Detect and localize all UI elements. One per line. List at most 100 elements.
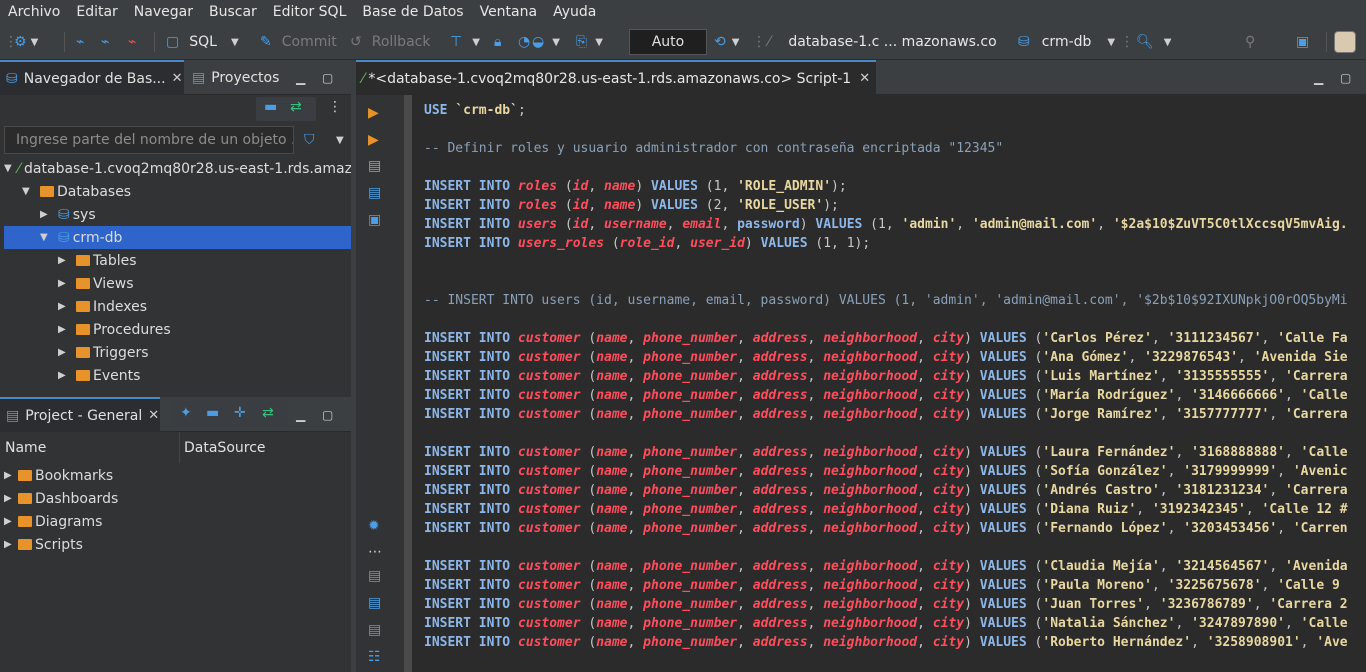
minimize-icon[interactable]: ▁ — [1314, 60, 1323, 95]
tree-folder-triggers[interactable]: ▶ Triggers — [58, 341, 149, 364]
database-icon: ⛁ — [58, 206, 70, 223]
transaction-icon: ⊤ — [450, 34, 463, 50]
menu-base-de-datos[interactable]: Base de Datos — [354, 0, 471, 24]
perspective-button[interactable] — [1334, 24, 1356, 60]
connect-button[interactable]: ⌁ — [76, 24, 84, 60]
tree-folder-views[interactable]: ▶ Views — [58, 272, 134, 295]
tab-project-general[interactable]: ▤ Project - General ✕ — [0, 397, 160, 432]
code-line-insert-customer: INSERT INTO customer (name, phone_number… — [424, 521, 1348, 536]
code-line-comment: -- INSERT INTO users (id, username, emai… — [424, 293, 1348, 308]
code-line-insert-role: INSERT INTO roles (id, name) VALUES (1, … — [424, 179, 847, 194]
column-header-name[interactable]: Name — [0, 432, 180, 463]
minimize-icon[interactable]: ▁ — [296, 60, 305, 95]
tree-connection[interactable]: ▼ ⁄ database-1.cvoq2mq80r28.us-east-1.rd… — [4, 157, 361, 180]
filter-icon[interactable]: ⛉ — [304, 132, 315, 148]
lock-button[interactable]: 🔒︎ — [494, 24, 501, 60]
export-icon: ⎘ — [576, 34, 588, 50]
view-menu-icon[interactable]: ⋮ — [328, 99, 342, 115]
tree-folder-tables[interactable]: ▶ Tables — [58, 249, 137, 272]
tree-folder-indexes[interactable]: ▶ Indexes — [58, 295, 147, 318]
tab-projects[interactable]: ▤ Proyectos — [186, 60, 285, 95]
close-icon[interactable]: ✕ — [148, 408, 159, 423]
tree-folder-procedures[interactable]: ▶ Procedures — [58, 318, 171, 341]
collapsed-icon: ▶ — [58, 301, 66, 312]
tree-label: Tables — [93, 252, 137, 269]
menu-buscar[interactable]: Buscar — [201, 0, 265, 24]
plug-icon: ⚙ — [14, 34, 27, 50]
chevron-down-icon: ▼ — [731, 36, 740, 48]
connection-selector[interactable]: ⁄ database-1.c ... mazonaws.co — [768, 24, 997, 60]
disconnect-button[interactable]: ⌁ — [101, 24, 109, 60]
chevron-down-icon[interactable]: ▼ — [336, 135, 344, 146]
close-icon[interactable]: ✕ — [172, 71, 183, 86]
project-item-bookmarks[interactable]: ▶ Bookmarks — [4, 464, 113, 487]
monitor-button[interactable]: ◔ — [518, 24, 530, 60]
tree-schema-sys[interactable]: ▶ ⛁ sys — [40, 203, 96, 226]
tree-folder-events[interactable]: ▶ Events — [58, 364, 140, 387]
load-script-icon[interactable]: ▤ — [368, 595, 381, 611]
outline-icon[interactable]: ☷ — [368, 649, 381, 665]
code-line-insert-customer: INSERT INTO customer (name, phone_number… — [424, 369, 1348, 384]
link-editor-icon[interactable]: ⇄ — [290, 99, 302, 115]
auto-commit-mode[interactable]: Auto — [629, 29, 707, 55]
more-icon[interactable]: ⋯ — [368, 544, 382, 560]
table-folder-icon — [76, 255, 90, 266]
maximize-icon[interactable]: ▢ — [1340, 60, 1351, 95]
collapsed-icon: ▶ — [58, 347, 66, 358]
export-button[interactable]: ⎘ ▼ — [576, 24, 603, 60]
code-line-comment: -- Definir roles y usuario administrador… — [424, 141, 1004, 156]
settings-icon[interactable]: ✹ — [368, 518, 380, 534]
rollback-button[interactable]: ↺ Rollback — [350, 24, 430, 60]
tab-label: Project - General — [25, 407, 143, 424]
disconnect-all-button[interactable]: ⌁ — [128, 24, 136, 60]
dashboard-button[interactable]: ◒ ▼ — [532, 24, 560, 60]
tree-schema-crm-db[interactable]: ▼ ⛁ crm-db — [4, 226, 351, 249]
maximize-icon[interactable]: ▢ — [322, 397, 333, 432]
commit-button[interactable]: ✎ Commit — [260, 24, 337, 60]
minimize-icon[interactable]: ▁ — [296, 397, 305, 432]
new-connection-button[interactable]: ⚙ ▼ — [14, 24, 38, 60]
new-window-button[interactable]: ▣ — [1296, 24, 1309, 60]
navigator-filter-input[interactable]: Ingrese parte del nombre de un objeto ..… — [4, 126, 294, 154]
project-item-dashboards[interactable]: ▶ Dashboards — [4, 487, 118, 510]
code-line-insert-customer: INSERT INTO customer (name, phone_number… — [424, 578, 1340, 593]
explain-plan-icon[interactable]: ▤ — [368, 185, 381, 201]
tab-script-1[interactable]: ⁄ *<database-1.cvoq2mq80r28.us-east-1.rd… — [356, 60, 877, 95]
execute-in-new-tab-icon[interactable]: ▶ — [368, 132, 379, 148]
transaction-mode-button[interactable]: ⊤ ▼ — [450, 24, 480, 60]
menu-editar[interactable]: Editar — [68, 0, 125, 24]
history-button[interactable]: ⟲ ▼ — [714, 24, 739, 60]
configure-icon[interactable]: ✦ — [180, 405, 192, 421]
menu-navegar[interactable]: Navegar — [126, 0, 201, 24]
link-editor-icon[interactable]: ⇄ — [262, 405, 274, 421]
save-script-icon[interactable]: ▤ — [368, 622, 381, 638]
new-script-icon[interactable]: ▤ — [368, 568, 381, 584]
tab-label: Proyectos — [211, 69, 280, 86]
collapse-all-icon[interactable]: ▬ — [206, 405, 219, 421]
editor-tabbar: ⁄ *<database-1.cvoq2mq80r28.us-east-1.rd… — [356, 60, 1366, 95]
menu-archivo[interactable]: Archivo — [0, 0, 68, 24]
column-header-datasource[interactable]: DataSource — [180, 432, 351, 463]
terminal-icon[interactable]: ▣ — [368, 212, 381, 228]
maximize-icon[interactable]: ▢ — [322, 60, 333, 95]
tab-database-navigator[interactable]: ⛁ Navegador de Bas... ✕ — [0, 60, 184, 95]
sql-code-editor[interactable]: USE `crm-db`; -- Definir roles y usuario … — [412, 95, 1366, 672]
collapse-all-icon[interactable]: ▬ — [264, 99, 277, 115]
menu-editor-sql[interactable]: Editor SQL — [265, 0, 355, 24]
project-item-scripts[interactable]: ▶ Scripts — [4, 533, 83, 556]
expand-all-icon[interactable]: ✛ — [234, 405, 246, 421]
menu-ventana[interactable]: Ventana — [472, 0, 546, 24]
close-icon[interactable]: ✕ — [859, 71, 870, 86]
schema-selector[interactable]: ⛁ crm-db ▼ — [1018, 24, 1115, 60]
connection-label: database-1.c ... mazonaws.co — [788, 34, 997, 50]
menu-ayuda[interactable]: Ayuda — [545, 0, 604, 24]
execute-script-icon[interactable]: ▤ — [368, 158, 381, 174]
find-button[interactable]: 🔍︎ ▼ — [1136, 24, 1171, 60]
search-button[interactable]: ⚲ — [1245, 24, 1255, 60]
sql-editor-button[interactable]: ▢ SQL ▼ — [166, 24, 239, 60]
project-item-diagrams[interactable]: ▶ Diagrams — [4, 510, 102, 533]
execute-statement-icon[interactable]: ▶ — [368, 105, 379, 121]
tree-label: Events — [93, 367, 141, 384]
tree-databases[interactable]: ▼ Databases — [22, 180, 131, 203]
database-icon: ⛁ — [1018, 34, 1030, 50]
